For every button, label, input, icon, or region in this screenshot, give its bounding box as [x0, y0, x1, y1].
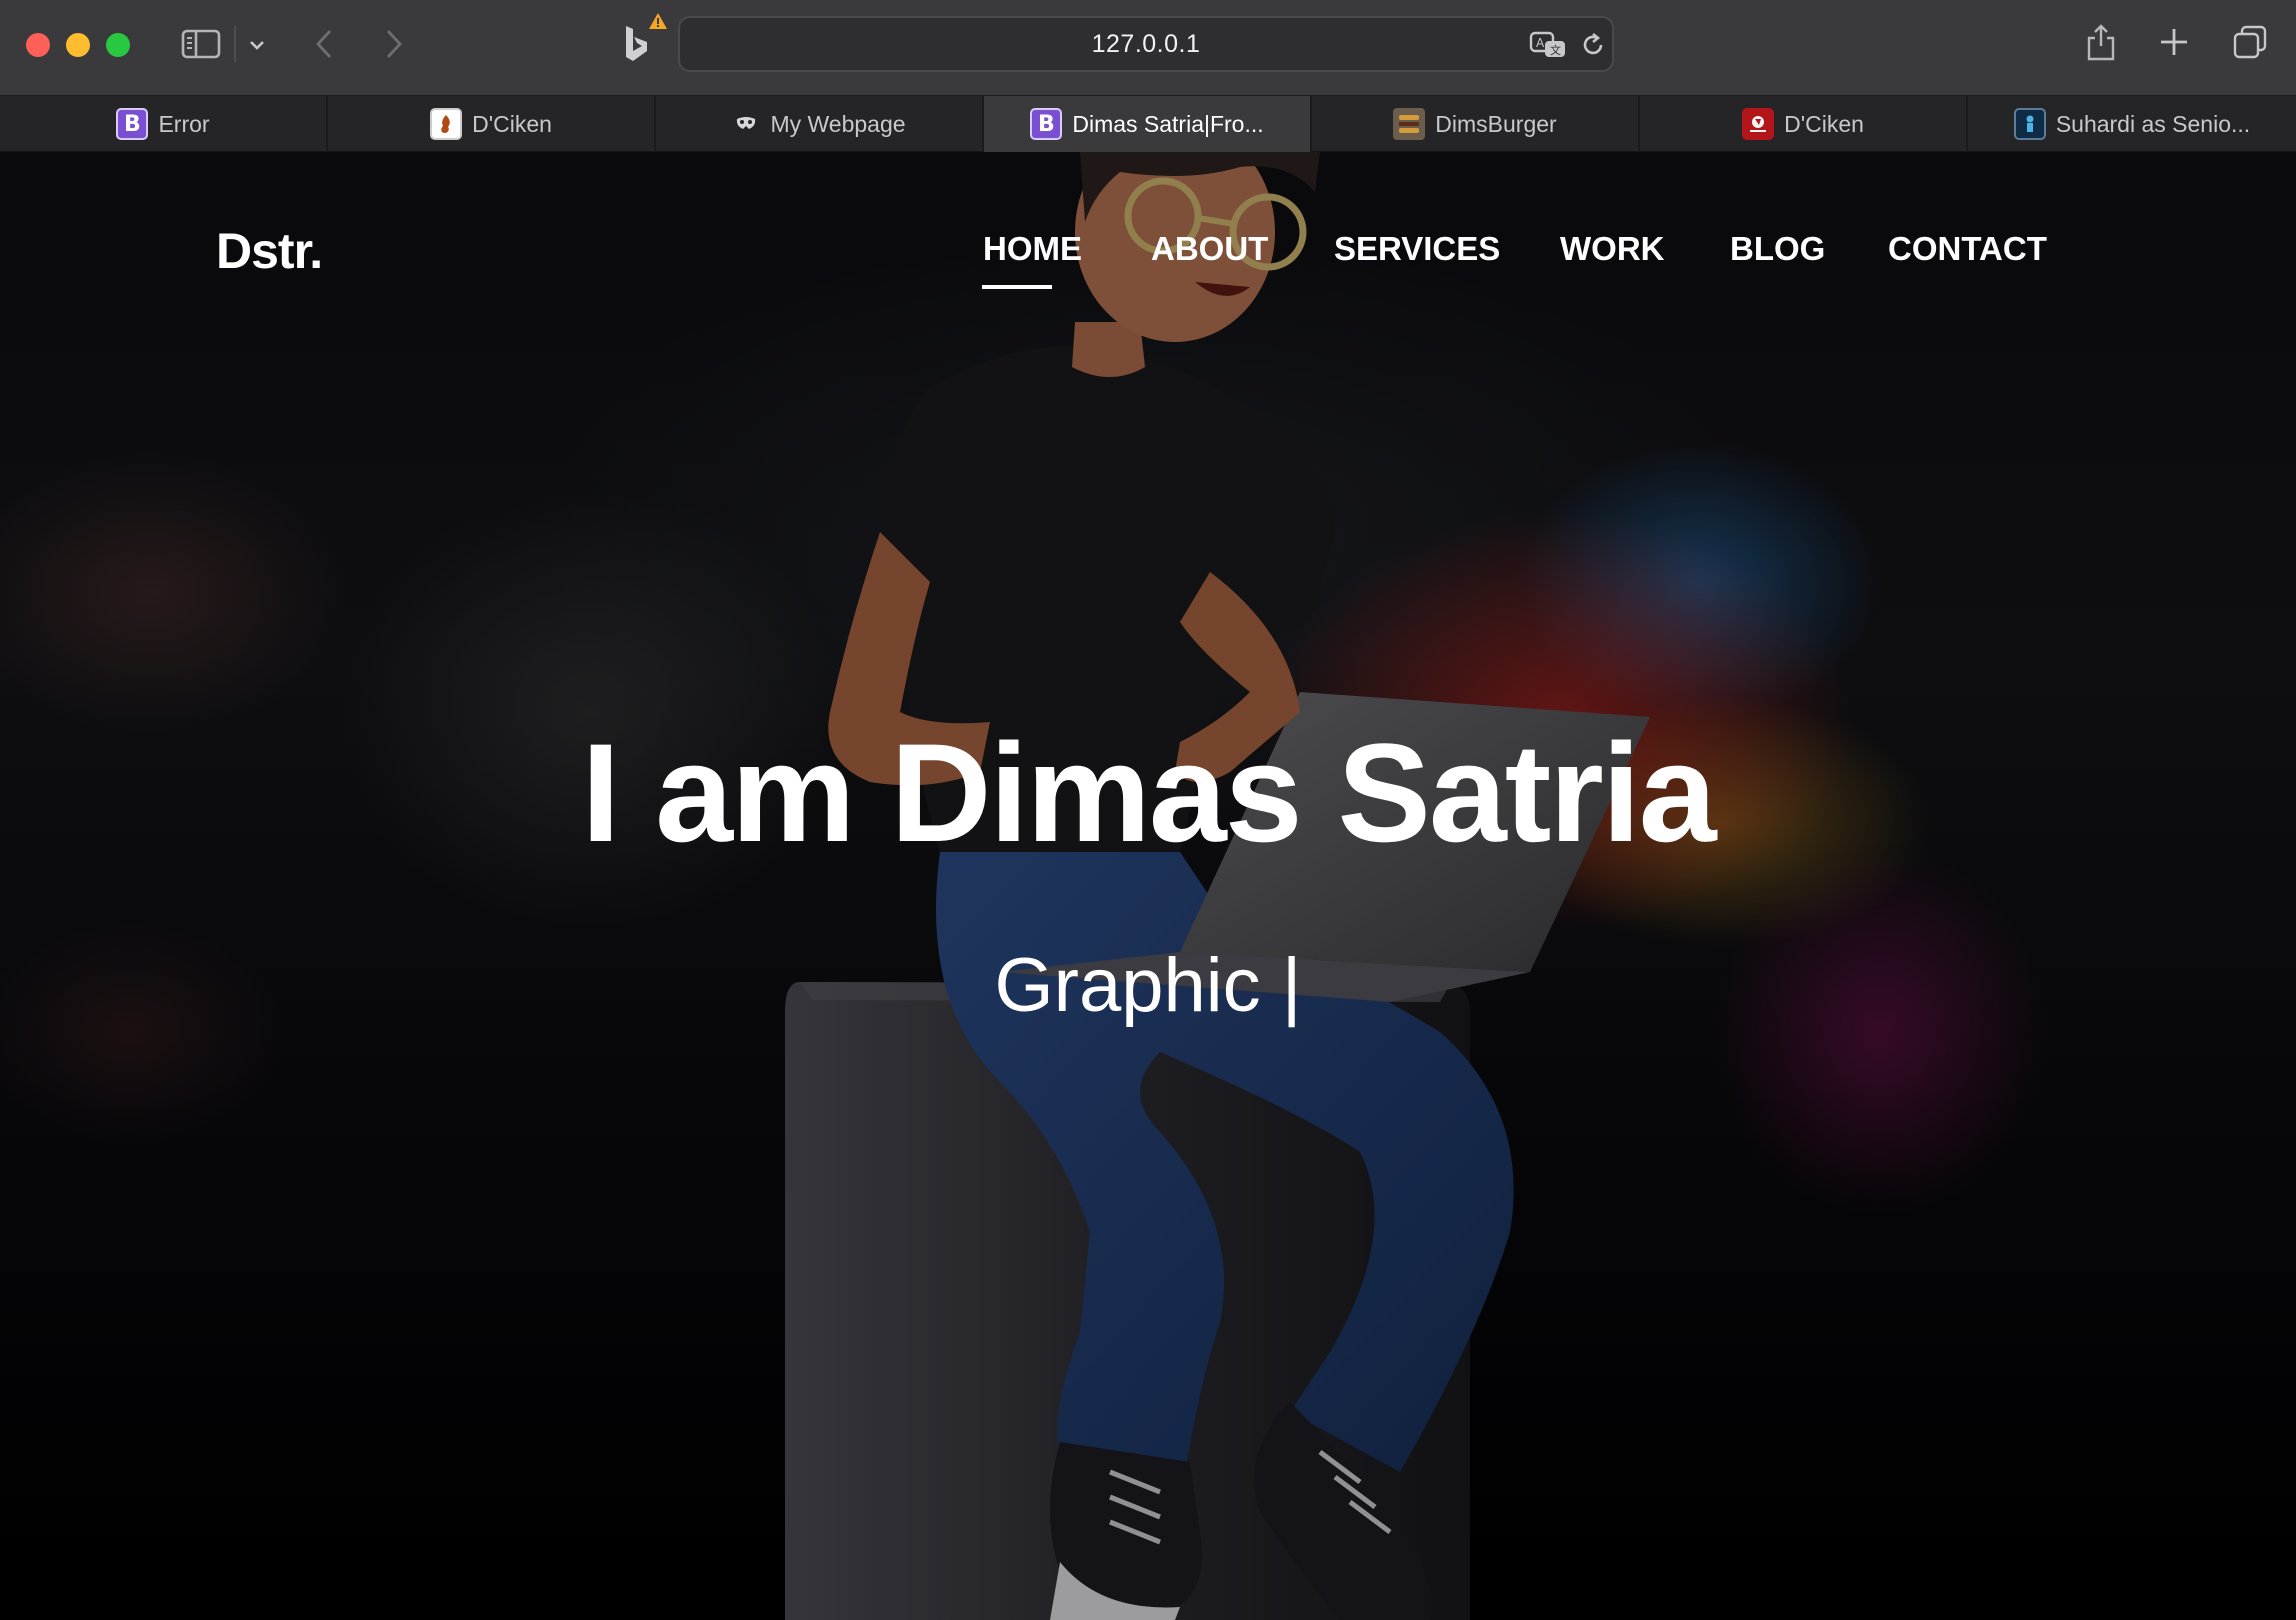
warning-icon	[648, 12, 668, 30]
suhardi-icon	[2013, 108, 2046, 140]
tab-title: Dimas Satria|Fro...	[1072, 110, 1264, 137]
web-page: Dstr. HOME ABOUT SERVICES WORK BLOG CONT…	[0, 152, 2296, 1620]
sidebar-toggle-icon[interactable]	[178, 24, 224, 64]
zoom-window-button[interactable]	[106, 33, 130, 57]
nav-contact-link[interactable]: CONTACT	[1888, 230, 2047, 268]
tab-suhardi[interactable]: Suhardi as Senio...	[1968, 96, 2296, 152]
translate-icon[interactable]: A文	[1526, 26, 1572, 64]
nav-services-link[interactable]: SERVICES	[1334, 230, 1500, 268]
nav-about-link[interactable]: ABOUT	[1151, 230, 1268, 268]
reload-icon[interactable]	[1574, 26, 1612, 64]
tab-dimsburger[interactable]: DimsBurger	[1312, 96, 1640, 152]
forward-arrow-icon[interactable]	[376, 22, 412, 66]
browser-toolbar: 127.0.0.1 A文	[0, 0, 2296, 95]
new-tab-icon[interactable]	[2152, 20, 2196, 64]
active-nav-indicator	[982, 285, 1052, 289]
toolbar-separator	[234, 26, 236, 62]
tab-overview-icon[interactable]	[2228, 20, 2272, 64]
hero-character-illustration	[0, 152, 2296, 1620]
address-bar[interactable]: 127.0.0.1 A文	[678, 16, 1614, 72]
site-logo[interactable]: Dstr.	[216, 222, 323, 280]
dciken-icon	[430, 108, 463, 140]
url-text[interactable]: 127.0.0.1	[680, 18, 1612, 70]
dciken-icon	[1742, 108, 1775, 140]
tab-dimas-satria[interactable]: B Dimas Satria|Fro...	[984, 96, 1312, 152]
browser-window: 127.0.0.1 A文 B Error D'Ciken My Webpage …	[0, 0, 2296, 1620]
tab-dciken-2[interactable]: D'Ciken	[1640, 96, 1968, 152]
nav-home-link[interactable]: HOME	[983, 230, 1082, 268]
tab-title: D'Ciken	[1784, 110, 1864, 137]
burger-icon	[1393, 108, 1426, 140]
nav-blog-link[interactable]: BLOG	[1730, 230, 1825, 268]
back-arrow-icon[interactable]	[306, 22, 342, 66]
tab-title: My Webpage	[770, 110, 906, 137]
bootstrap-icon: B	[116, 108, 149, 140]
close-window-button[interactable]	[26, 33, 50, 57]
svg-text:文: 文	[1550, 43, 1561, 57]
chevron-down-icon[interactable]	[242, 28, 272, 62]
tab-title: Suhardi as Senio...	[2055, 110, 2251, 137]
tab-dciken[interactable]: D'Ciken	[328, 96, 656, 152]
nav-work-link[interactable]: WORK	[1560, 230, 1664, 268]
hero-typed-subtitle: Graphic |	[994, 943, 1302, 1028]
mask-icon	[732, 108, 760, 140]
tab-error[interactable]: B Error	[0, 96, 328, 152]
hero-title: I am Dimas Satria	[581, 714, 1716, 871]
svg-text:A: A	[1536, 36, 1545, 50]
share-icon[interactable]	[2080, 18, 2122, 66]
tab-title: DimsBurger	[1435, 110, 1557, 137]
tab-title: Error	[158, 110, 210, 137]
tab-bar: B Error D'Ciken My Webpage B Dimas Satri…	[0, 95, 2296, 152]
tab-title: D'Ciken	[472, 110, 552, 137]
site-navbar: Dstr. HOME ABOUT SERVICES WORK BLOG CONT…	[0, 152, 2296, 302]
bootstrap-icon: B	[1030, 108, 1063, 140]
tab-my-webpage[interactable]: My Webpage	[656, 96, 984, 152]
minimize-window-button[interactable]	[66, 33, 90, 57]
